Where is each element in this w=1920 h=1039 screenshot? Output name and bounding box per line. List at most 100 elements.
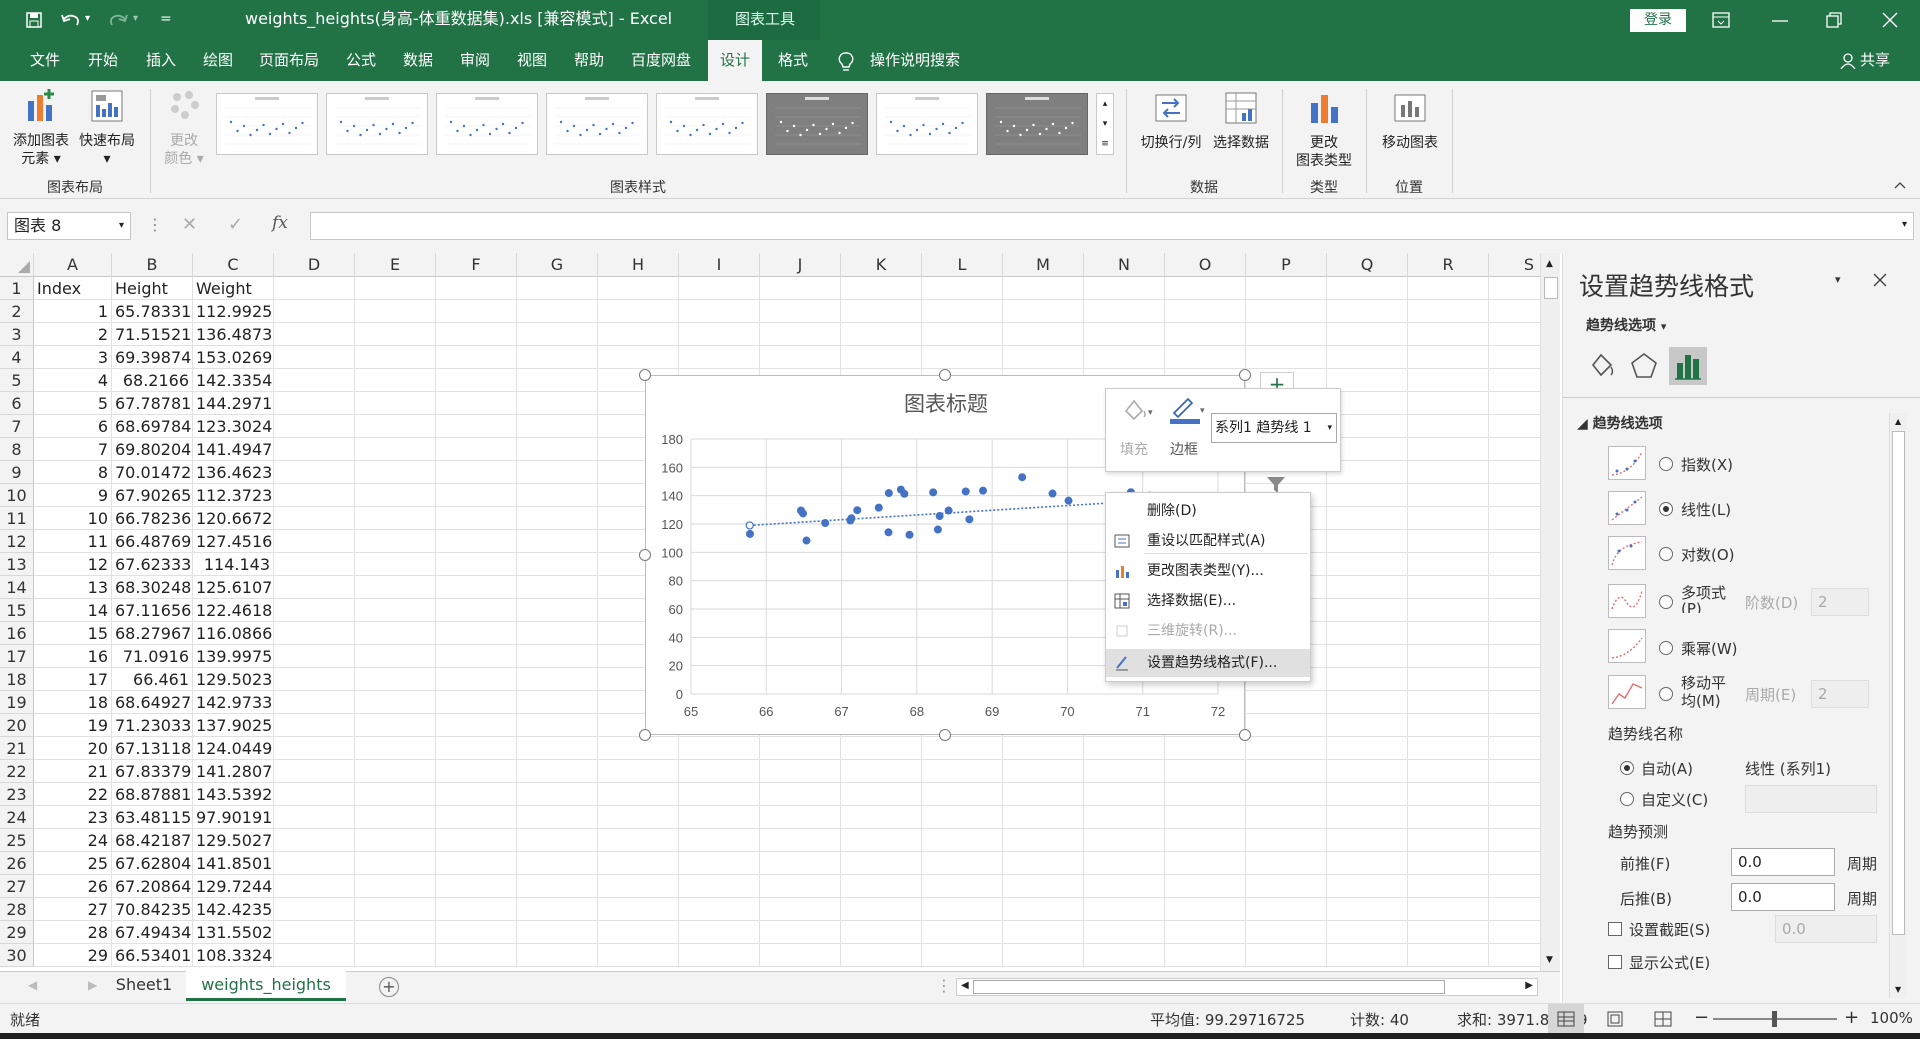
cell-height[interactable]: 66.53401 [112, 944, 193, 967]
cell-index[interactable]: 12 [34, 553, 112, 576]
row-header[interactable]: 28 [0, 898, 34, 921]
cell-empty[interactable] [517, 461, 598, 484]
tell-me-search[interactable]: 操作说明搜索 [870, 40, 960, 81]
cell-index[interactable]: 7 [34, 438, 112, 461]
cell-empty[interactable] [355, 622, 436, 645]
cell-header-index[interactable]: Index [34, 277, 112, 300]
cell-index[interactable]: 25 [34, 852, 112, 875]
cell-empty[interactable] [355, 852, 436, 875]
cell-weight[interactable]: 114.143 [193, 553, 274, 576]
cell-empty[interactable] [1246, 346, 1327, 369]
cell-empty[interactable] [1003, 806, 1084, 829]
cell-empty[interactable] [517, 645, 598, 668]
cell-empty[interactable] [517, 553, 598, 576]
cell-empty[interactable] [598, 277, 679, 300]
cell-empty[interactable] [1489, 530, 1540, 553]
cell-empty[interactable] [436, 300, 517, 323]
cell-empty[interactable] [1327, 760, 1408, 783]
cell-height[interactable]: 63.48115 [112, 806, 193, 829]
cell-empty[interactable] [1408, 300, 1489, 323]
cell-empty[interactable] [841, 829, 922, 852]
row-header[interactable]: 14 [0, 576, 34, 599]
cell-empty[interactable] [1003, 852, 1084, 875]
ribbon-display-icon[interactable] [1712, 12, 1730, 28]
section-trendline-options[interactable]: ◢ 趋势线选项 [1577, 413, 1663, 433]
cell-empty[interactable] [1084, 783, 1165, 806]
cell-empty[interactable] [1408, 714, 1489, 737]
save-icon[interactable] [26, 12, 42, 28]
cell-empty[interactable] [436, 806, 517, 829]
effects-pentagon-icon[interactable] [1629, 351, 1659, 381]
cell-empty[interactable] [1246, 691, 1327, 714]
cell-height[interactable]: 68.69784 [112, 415, 193, 438]
row-header[interactable]: 9 [0, 461, 34, 484]
data-point[interactable] [979, 486, 988, 495]
cell-height[interactable]: 70.01472 [112, 461, 193, 484]
backward-input[interactable]: 0.0 [1731, 883, 1835, 911]
cell-index[interactable]: 23 [34, 806, 112, 829]
cell-empty[interactable] [1246, 875, 1327, 898]
cell-empty[interactable] [436, 714, 517, 737]
cell-empty[interactable] [679, 783, 760, 806]
row-header[interactable]: 1 [0, 277, 34, 300]
row-header[interactable]: 20 [0, 714, 34, 737]
cell-empty[interactable] [274, 852, 355, 875]
cell-empty[interactable] [1408, 599, 1489, 622]
cell-empty[interactable] [355, 530, 436, 553]
cell-empty[interactable] [1165, 875, 1246, 898]
cell-empty[interactable] [841, 277, 922, 300]
function-icon[interactable]: fx [272, 213, 288, 233]
cell-empty[interactable] [274, 875, 355, 898]
cell-empty[interactable] [274, 714, 355, 737]
cell-empty[interactable] [355, 737, 436, 760]
cell-weight[interactable]: 141.8501 [193, 852, 274, 875]
cell-empty[interactable] [517, 576, 598, 599]
cell-empty[interactable] [355, 484, 436, 507]
cell-empty[interactable] [1246, 944, 1327, 967]
cell-empty[interactable] [760, 898, 841, 921]
cell-empty[interactable] [274, 392, 355, 415]
cell-empty[interactable] [679, 346, 760, 369]
cell-empty[interactable] [1165, 944, 1246, 967]
cell-empty[interactable] [517, 737, 598, 760]
cell-height[interactable]: 65.78331 [112, 300, 193, 323]
cell-empty[interactable] [1084, 346, 1165, 369]
cell-empty[interactable] [1489, 415, 1540, 438]
cell-empty[interactable] [436, 553, 517, 576]
cell-empty[interactable] [760, 737, 841, 760]
cell-empty[interactable] [1084, 277, 1165, 300]
cell-empty[interactable] [1489, 323, 1540, 346]
cell-height[interactable]: 68.42187 [112, 829, 193, 852]
cell-empty[interactable] [1165, 323, 1246, 346]
cell-empty[interactable] [274, 668, 355, 691]
cell-empty[interactable] [598, 737, 679, 760]
cell-empty[interactable] [517, 944, 598, 967]
chart-title[interactable]: 图表标题 [904, 393, 988, 416]
column-header[interactable]: B [112, 253, 193, 277]
cell-empty[interactable] [1246, 277, 1327, 300]
data-point[interactable] [965, 515, 974, 524]
cell-weight[interactable]: 129.7244 [193, 875, 274, 898]
cell-empty[interactable] [1084, 944, 1165, 967]
cell-empty[interactable] [274, 806, 355, 829]
row-header[interactable]: 27 [0, 875, 34, 898]
cell-empty[interactable] [274, 438, 355, 461]
cell-empty[interactable] [1489, 944, 1540, 967]
cell-empty[interactable] [1165, 277, 1246, 300]
cell-empty[interactable] [517, 622, 598, 645]
cell-empty[interactable] [355, 691, 436, 714]
login-button[interactable]: 登录 [1630, 9, 1686, 32]
change-chart-type-button[interactable]: 更改 图表类型 [1290, 89, 1358, 170]
row-header[interactable]: 16 [0, 622, 34, 645]
cell-empty[interactable] [679, 277, 760, 300]
cell-empty[interactable] [760, 277, 841, 300]
cell-empty[interactable] [436, 829, 517, 852]
data-point[interactable] [935, 512, 944, 521]
cell-empty[interactable] [1165, 852, 1246, 875]
cell-weight[interactable]: 136.4873 [193, 323, 274, 346]
row-header[interactable]: 18 [0, 668, 34, 691]
cell-empty[interactable] [1408, 829, 1489, 852]
cell-empty[interactable] [1327, 622, 1408, 645]
data-point[interactable] [745, 529, 754, 538]
cell-empty[interactable] [517, 691, 598, 714]
